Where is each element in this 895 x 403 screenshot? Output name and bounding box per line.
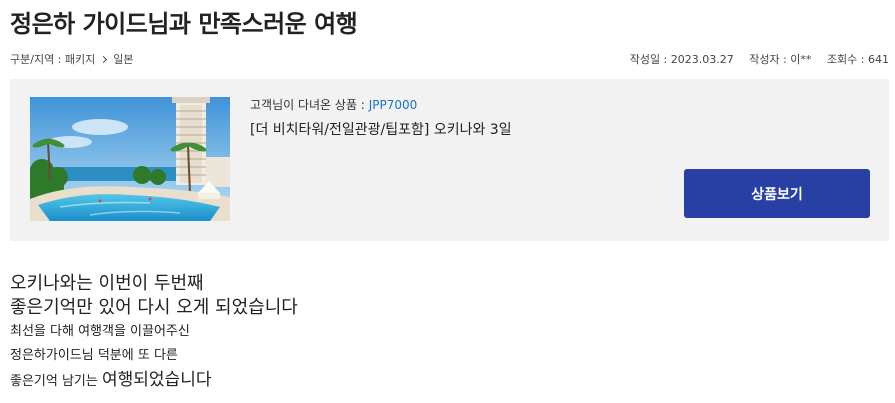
post-author: 작성자 : 이** <box>749 53 812 66</box>
breadcrumb-region: 일본 <box>113 53 134 66</box>
view-product-button[interactable]: 상품보기 <box>684 169 870 218</box>
resort-pool-image <box>30 97 230 221</box>
review-line: 최선을 다해 여행객을 이끌어주신 <box>10 324 190 339</box>
review-line-part: 여행되었습니다 <box>102 370 212 390</box>
page-title: 정은하 가이드님과 만족스러운 여행 <box>10 10 358 38</box>
post-info: 작성일 : 2023.03.27 작성자 : 이** 조회수 : 641 <box>618 51 889 67</box>
post-date: 작성일 : 2023.03.27 <box>629 53 734 66</box>
review-line: 좋은기억만 있어 다시 오게 되었습니다 <box>10 297 298 318</box>
product-thumbnail[interactable] <box>30 97 230 221</box>
chevron-right-icon <box>99 55 107 63</box>
product-label-text: 고객님이 다녀온 상품 : <box>250 98 365 112</box>
review-line: 오키나와는 이번이 두번째 <box>10 273 204 294</box>
product-code: JPP7000 <box>368 98 418 112</box>
breadcrumb-category: 구분/지역 : 패키지 <box>10 53 96 66</box>
product-box: 고객님이 다녀온 상품 : JPP7000 [더 비치타워/전일관광/팁포함] … <box>10 79 889 241</box>
meta-row: 구분/지역 : 패키지 일본 작성일 : 2023.03.27 작성자 : 이*… <box>10 51 889 67</box>
review-body: 오키나와는 이번이 두번째 좋은기억만 있어 다시 오게 되었습니다 최선을 다… <box>10 272 870 394</box>
breadcrumb: 구분/지역 : 패키지 일본 <box>10 51 134 67</box>
review-line: 좋은기억 남기는 여행되었습니다 <box>10 368 870 394</box>
review-line: 정은하가이드님 덕분에 또 다른 <box>10 348 178 363</box>
product-name[interactable]: [더 비치타워/전일관광/팁포함] 오키나와 3일 <box>250 119 512 139</box>
review-line-part: 좋은기억 남기는 <box>10 374 102 389</box>
post-views: 조회수 : 641 <box>826 53 889 66</box>
product-label: 고객님이 다녀온 상품 : JPP7000 <box>250 96 417 113</box>
